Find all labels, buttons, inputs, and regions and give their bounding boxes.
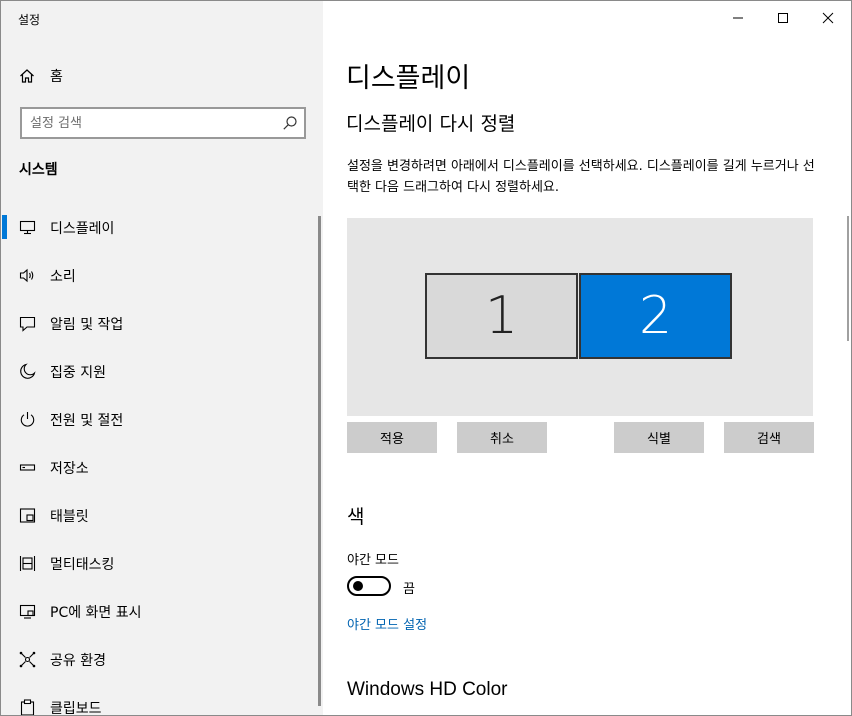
home-icon xyxy=(20,69,34,83)
close-icon xyxy=(822,12,834,24)
section-title: 시스템 xyxy=(19,162,58,178)
power-icon xyxy=(20,412,35,427)
night-light-toggle[interactable] xyxy=(347,576,391,596)
sidebar-item-label: 전원 및 절전 xyxy=(50,413,124,429)
sidebar-item-label: PC에 화면 표시 xyxy=(50,605,142,621)
sidebar-item-notifications[interactable]: 알림 및 작업 xyxy=(1,305,313,341)
identify-button[interactable]: 식별 xyxy=(614,422,704,453)
detect-button[interactable]: 검색 xyxy=(724,422,814,453)
clipboard-icon xyxy=(20,699,35,715)
monitor-2[interactable]: 2 xyxy=(579,273,732,359)
arrange-description: 설정을 변경하려면 아래에서 디스플레이를 선택하세요. 디스플레이를 길게 누… xyxy=(347,159,815,195)
minimize-icon xyxy=(733,17,743,19)
monitor-1[interactable]: 1 xyxy=(425,273,578,359)
sidebar-item-label: 소리 xyxy=(50,269,76,285)
sidebar-item-label: 멀티태스킹 xyxy=(50,557,115,573)
monitor-icon xyxy=(19,220,36,235)
tablet-icon xyxy=(19,508,36,523)
window-title: 설정 xyxy=(18,13,41,27)
selected-indicator xyxy=(2,215,7,239)
sidebar-item-sound[interactable]: 소리 xyxy=(1,257,313,293)
moon-icon xyxy=(20,363,36,379)
sidebar-item-label: 디스플레이 xyxy=(50,221,115,237)
sidebar-item-label: 저장소 xyxy=(50,461,89,477)
sidebar-item-display[interactable]: 디스플레이 xyxy=(1,209,313,245)
notification-icon xyxy=(19,316,36,332)
display-arrangement-area[interactable]: 1 2 xyxy=(347,218,813,416)
sidebar-item-project[interactable]: PC에 화면 표시 xyxy=(1,593,313,629)
toggle-knob xyxy=(353,581,363,591)
multitasking-icon xyxy=(19,556,36,571)
sidebar-item-tablet[interactable]: 태블릿 xyxy=(1,497,313,533)
search-box[interactable] xyxy=(20,107,306,139)
sidebar-item-storage[interactable]: 저장소 xyxy=(1,449,313,485)
main-scrollbar[interactable] xyxy=(847,216,849,341)
sidebar-item-label: 공유 환경 xyxy=(50,653,106,669)
maximize-icon xyxy=(778,13,788,23)
night-light-state: 끔 xyxy=(403,582,415,597)
sidebar: 설정 홈 시스템 디스플레이 xyxy=(1,1,323,716)
page-title: 디스플레이 xyxy=(346,63,471,94)
speaker-icon xyxy=(19,268,34,283)
sidebar-item-clipboard[interactable]: 클립보드 xyxy=(1,689,313,716)
maximize-button[interactable] xyxy=(760,1,806,35)
sidebar-item-label: 태블릿 xyxy=(50,509,89,525)
sidebar-item-label: 알림 및 작업 xyxy=(50,317,124,333)
project-icon xyxy=(19,604,36,619)
cancel-button[interactable]: 취소 xyxy=(457,422,547,453)
settings-window: 설정 홈 시스템 디스플레이 xyxy=(0,0,852,716)
sidebar-item-power[interactable]: 전원 및 절전 xyxy=(1,401,313,437)
storage-icon xyxy=(19,464,36,471)
sidebar-item-multitasking[interactable]: 멀티태스킹 xyxy=(1,545,313,581)
sidebar-item-label: 클립보드 xyxy=(50,701,102,716)
sidebar-item-shared-experiences[interactable]: 공유 환경 xyxy=(1,641,313,677)
sidebar-scrollbar[interactable] xyxy=(318,216,321,706)
close-button[interactable] xyxy=(805,1,851,35)
sidebar-item-label: 집중 지원 xyxy=(50,365,106,381)
search-input[interactable] xyxy=(30,113,280,133)
apply-button[interactable]: 적용 xyxy=(347,422,437,453)
home-label: 홈 xyxy=(50,69,63,85)
minimize-button[interactable] xyxy=(715,1,761,35)
sidebar-item-focus-assist[interactable]: 집중 지원 xyxy=(1,353,313,389)
arrange-title: 디스플레이 다시 정렬 xyxy=(346,113,516,135)
color-section-title: 색 xyxy=(347,506,365,528)
shared-experiences-icon xyxy=(19,651,36,668)
night-light-label: 야간 모드 xyxy=(347,553,399,568)
night-light-settings-link[interactable]: 야간 모드 설정 xyxy=(347,614,427,633)
home-button[interactable]: 홈 xyxy=(19,65,63,87)
hd-color-title: Windows HD Color xyxy=(347,679,508,700)
search-icon[interactable] xyxy=(282,115,298,131)
